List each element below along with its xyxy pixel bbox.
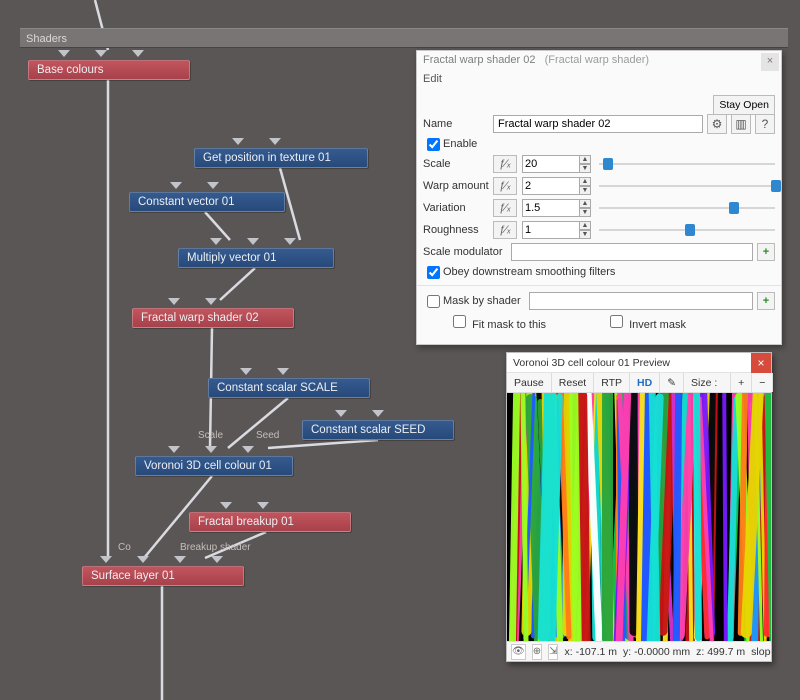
size-label: Size : 1.0000 km xyxy=(684,373,731,392)
panel-subtitle: (Fractal warp shader) xyxy=(545,54,650,66)
spin-down[interactable]: ▼ xyxy=(579,164,591,173)
param-label: Roughness xyxy=(423,224,493,236)
node-constant-seed[interactable]: Constant scalar SEED xyxy=(302,420,454,440)
scale-modulator-add-button[interactable]: + xyxy=(757,243,775,261)
spin-down[interactable]: ▼ xyxy=(579,186,591,195)
obey-checkbox[interactable] xyxy=(427,266,440,279)
fx-button[interactable]: ƒ⁄ₓ xyxy=(493,199,517,217)
node-get-position[interactable]: Get position in texture 01 xyxy=(194,148,368,168)
pause-button[interactable]: Pause xyxy=(507,373,552,392)
fx-button[interactable]: ƒ⁄ₓ xyxy=(493,177,517,195)
mask-shader-input[interactable] xyxy=(529,292,753,310)
preview-close-button[interactable]: × xyxy=(751,353,771,373)
param-input-1[interactable] xyxy=(522,177,580,195)
node-constant-vector[interactable]: Constant vector 01 xyxy=(129,192,285,212)
port-label-breakup: Breakup shader xyxy=(180,542,251,553)
stay-open-button[interactable]: Stay Open xyxy=(713,95,775,115)
obey-label: Obey downstream smoothing filters xyxy=(443,266,615,278)
invert-mask-label: Invert mask xyxy=(629,319,686,331)
param-slider-2[interactable] xyxy=(599,201,775,215)
panel-menu-edit[interactable]: Edit xyxy=(417,73,781,89)
eye-icon[interactable]: 👁 xyxy=(511,644,526,660)
zoom-out-button[interactable]: − xyxy=(752,373,773,392)
node-voronoi[interactable]: Voronoi 3D cell colour 01 xyxy=(135,456,293,476)
rtp-button[interactable]: RTP xyxy=(594,373,630,392)
param-slider-3[interactable] xyxy=(599,223,775,237)
status-y: y: -0.0000 mm xyxy=(623,646,690,658)
mask-label: Mask by shader xyxy=(443,295,529,307)
mask-checkbox[interactable] xyxy=(427,295,440,308)
mask-add-button[interactable]: + xyxy=(757,292,775,310)
scale-modulator-input[interactable] xyxy=(511,243,753,261)
node-fractal-warp[interactable]: Fractal warp shader 02 xyxy=(132,308,294,328)
reset-button[interactable]: Reset xyxy=(552,373,594,392)
help-icon[interactable]: ? xyxy=(755,114,775,134)
spin-down[interactable]: ▼ xyxy=(579,230,591,239)
target-icon[interactable]: ⊕ xyxy=(532,644,542,660)
port-label-co: Co xyxy=(118,542,131,553)
scale-modulator-label: Scale modulator xyxy=(423,246,511,258)
enable-label: Enable xyxy=(443,138,477,150)
node-multiply-vector[interactable]: Multiply vector 01 xyxy=(178,248,334,268)
enable-checkbox[interactable] xyxy=(427,138,440,151)
preview-title: Voronoi 3D cell colour 01 Preview xyxy=(513,357,670,369)
panel-title: Fractal warp shader 02 xyxy=(423,54,536,66)
chart-icon[interactable]: ▥ xyxy=(731,114,751,134)
panel-close-button[interactable]: × xyxy=(761,53,779,71)
node-base-colours[interactable]: Base colours xyxy=(28,60,190,80)
gear-icon[interactable]: ⚙ xyxy=(707,114,727,134)
node-fractal-breakup[interactable]: Fractal breakup 01 xyxy=(189,512,351,532)
status-z: z: 499.7 m xyxy=(696,646,745,658)
spin-up[interactable]: ▲ xyxy=(579,177,591,186)
measure-icon[interactable]: ⇲ xyxy=(548,644,558,660)
spin-up[interactable]: ▲ xyxy=(579,155,591,164)
param-input-3[interactable] xyxy=(522,221,580,239)
param-label: Scale xyxy=(423,158,493,170)
fx-button[interactable]: ƒ⁄ₓ xyxy=(493,155,517,173)
properties-panel: Fractal warp shader 02 (Fractal warp sha… xyxy=(416,50,782,345)
preview-window: Voronoi 3D cell colour 01 Preview × Paus… xyxy=(506,352,772,662)
fit-mask-label: Fit mask to this xyxy=(472,319,546,331)
param-input-2[interactable] xyxy=(522,199,580,217)
param-slider-0[interactable] xyxy=(599,157,775,171)
param-input-0[interactable] xyxy=(522,155,580,173)
param-label: Variation xyxy=(423,202,493,214)
status-x: x: -107.1 m xyxy=(564,646,617,658)
spin-down[interactable]: ▼ xyxy=(579,208,591,217)
spin-up[interactable]: ▲ xyxy=(579,199,591,208)
preview-viewport[interactable] xyxy=(507,393,771,641)
status-slope: slope xyxy=(751,646,771,658)
node-surface-layer[interactable]: Surface layer 01 xyxy=(82,566,244,586)
node-constant-scale[interactable]: Constant scalar SCALE xyxy=(208,378,370,398)
param-slider-1[interactable] xyxy=(599,179,775,193)
zoom-in-button[interactable]: + xyxy=(731,373,752,392)
fx-button[interactable]: ƒ⁄ₓ xyxy=(493,221,517,239)
port-label-scale: Scale xyxy=(198,430,223,441)
name-label: Name xyxy=(423,118,493,130)
section-header: Shaders xyxy=(20,28,788,48)
fit-mask-checkbox[interactable] xyxy=(453,315,466,328)
name-input[interactable] xyxy=(493,115,703,133)
invert-mask-checkbox[interactable] xyxy=(610,315,623,328)
hd-button[interactable]: HD xyxy=(630,373,660,392)
port-label-seed: Seed xyxy=(256,430,279,441)
param-label: Warp amount xyxy=(423,180,493,192)
brush-icon[interactable]: ✎ xyxy=(660,373,684,392)
spin-up[interactable]: ▲ xyxy=(579,221,591,230)
